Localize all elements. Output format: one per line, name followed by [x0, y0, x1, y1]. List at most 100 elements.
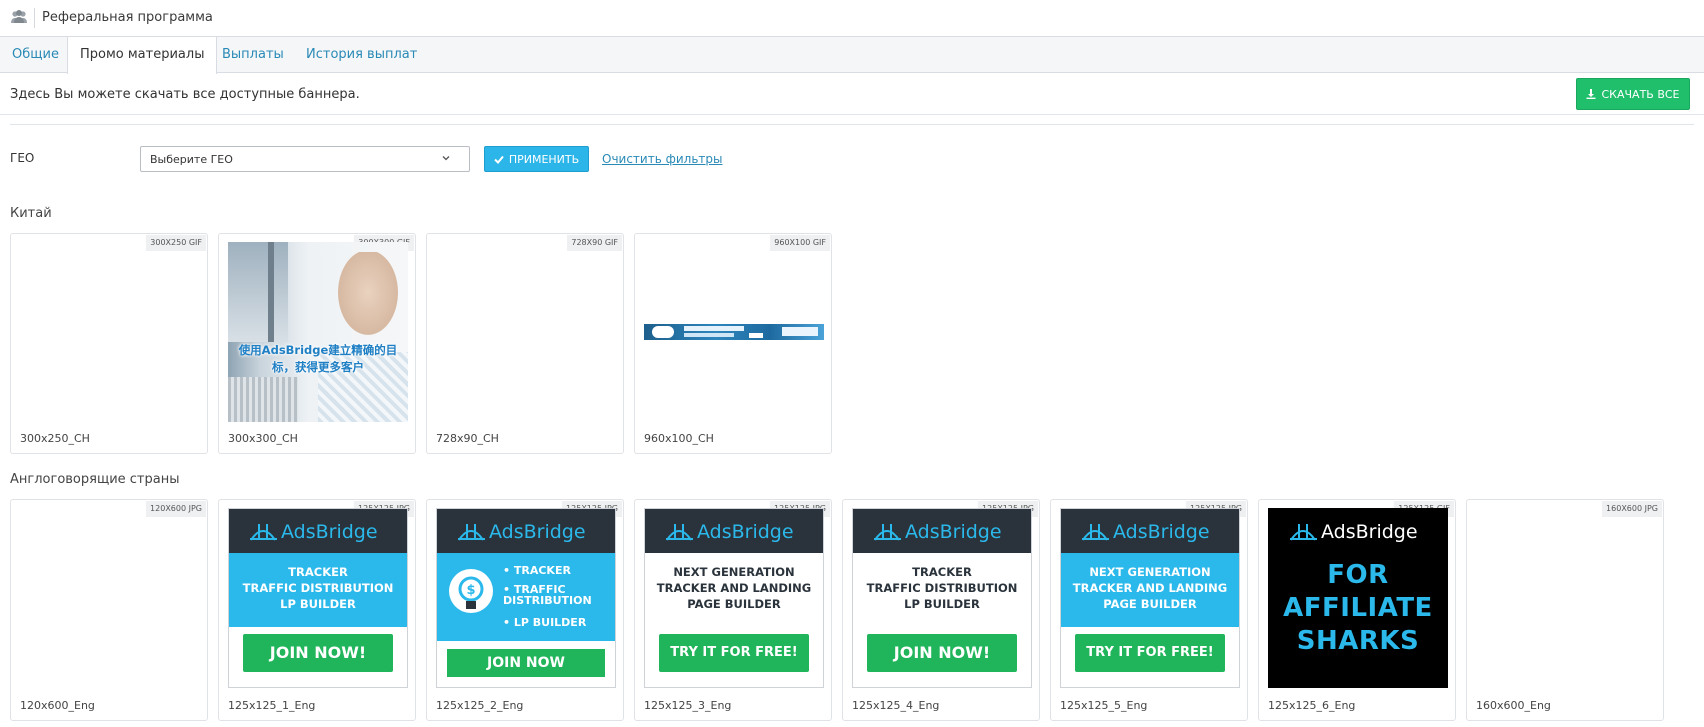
banner-caption: 125x125_5_Eng — [1060, 699, 1148, 712]
banner-caption: 125x125_1_Eng — [228, 699, 316, 712]
banner-cta: JOIN NOW — [447, 649, 605, 677]
banner-caption: 125x125_2_Eng — [436, 699, 524, 712]
banner-caption: 160x600_Eng — [1476, 699, 1551, 712]
info-text: Здесь Вы можете скачать все доступные ба… — [10, 87, 360, 102]
banner-card[interactable]: 300X250 GIF 300x250_CH — [10, 233, 208, 454]
banner-cta: TRY IT FOR FREE! — [659, 634, 809, 672]
tab-promo-materials[interactable]: Промо материалы — [67, 37, 218, 74]
geo-select[interactable]: Выберите ГЕО — [140, 146, 470, 172]
banner-preview: AdsBridge NEXT GENERATION TRACKER AND LA… — [644, 508, 824, 688]
section-title-china: Китай — [10, 206, 52, 221]
chevron-down-icon — [442, 156, 450, 161]
users-icon — [11, 10, 27, 23]
banner-caption: 300x300_CH — [228, 432, 298, 445]
svg-text:AdsBridge: AdsBridge — [697, 521, 794, 543]
banner-strip — [644, 324, 824, 340]
download-icon — [1586, 89, 1596, 99]
banner-line: PAGE BUILDER — [1103, 597, 1197, 611]
banner-card[interactable]: 125X125 JPG AdsBridge TRACKER TRAFFIC DI… — [842, 499, 1040, 721]
banner-cta: JOIN NOW! — [867, 634, 1017, 672]
svg-text:AdsBridge: AdsBridge — [281, 521, 378, 543]
banner-line: SHARKS — [1296, 626, 1420, 656]
tab-payouts[interactable]: Выплаты — [210, 37, 296, 73]
banner-card[interactable]: 728X90 GIF 728x90_CH — [426, 233, 624, 454]
banner-caption: 960x100_CH — [644, 432, 714, 445]
banner-format-badge: 300X250 GIF — [146, 235, 206, 251]
banner-card[interactable]: 125X125 JPG AdsBridge NEXT GENERATION TR… — [1050, 499, 1248, 721]
banner-format-badge: 160X600 JPG — [1602, 501, 1662, 517]
lightbulb-icon: $ — [449, 569, 493, 613]
banner-line: TRAFFIC DISTRIBUTION — [866, 581, 1018, 595]
banner-line: LP BUILDER — [904, 597, 980, 611]
check-icon — [494, 155, 504, 164]
svg-text:AdsBridge: AdsBridge — [1321, 521, 1418, 543]
adsbridge-logo-icon: AdsBridge — [666, 521, 794, 543]
banner-preview — [644, 242, 824, 422]
tab-bar: Общие Промо материалы Выплаты История вы… — [0, 37, 1704, 74]
banner-line: TRACKER AND LANDING — [1072, 581, 1228, 595]
banner-line: FOR — [1327, 560, 1389, 590]
banner-preview: AdsBridge FOR AFFILIATE SHARKS — [1268, 508, 1448, 688]
geo-select-value: Выберите ГЕО — [150, 153, 233, 166]
banner-line: LP BUILDER — [280, 597, 356, 611]
page-title: Реферальная программа — [42, 10, 213, 25]
banner-card[interactable]: 160X600 JPG 160x600_Eng — [1466, 499, 1664, 721]
banner-card[interactable]: 125X125 JPG AdsBridge TRACKER TRAFFIC DI… — [218, 499, 416, 721]
banner-caption: 120x600_Eng — [20, 699, 95, 712]
banner-format-badge: 120X600 JPG — [146, 501, 206, 517]
geo-filter-label: ГЕО — [10, 151, 35, 165]
banner-line: NEXT GENERATION — [673, 565, 795, 579]
banner-line: NEXT GENERATION — [1089, 565, 1211, 579]
adsbridge-logo-icon: AdsBridge — [874, 521, 1002, 543]
banner-preview: AdsBridge TRACKER TRAFFIC DISTRIBUTION L… — [228, 508, 408, 688]
header-divider — [34, 8, 35, 28]
banner-preview: AdsBridge $ • TRACKER • TRAFFIC DISTRIBU… — [436, 508, 616, 688]
banner-line: TRACKER — [288, 565, 348, 579]
banner-line: DISTRIBUTION — [503, 594, 592, 607]
banner-line: TRAFFIC DISTRIBUTION — [242, 581, 394, 595]
banner-preview: 使用AdsBridge建立精确的目标，获得更多客户 — [228, 242, 408, 422]
svg-text:AdsBridge: AdsBridge — [905, 521, 1002, 543]
banner-line: TRACKER AND LANDING — [656, 581, 812, 595]
adsbridge-logo-icon: AdsBridge — [458, 521, 586, 543]
svg-text:$: $ — [466, 583, 475, 598]
banner-card[interactable]: 120X600 JPG 120x600_Eng — [10, 499, 208, 721]
banner-caption: 728x90_CH — [436, 432, 499, 445]
banner-image-text: 使用AdsBridge建立精确的目标，获得更多客户 — [238, 343, 398, 374]
banner-card[interactable]: 125X125 JPG AdsBridge $ • TRACKER — [426, 499, 624, 721]
download-all-button[interactable]: СКАЧАТЬ ВСЕ — [1576, 78, 1690, 110]
banner-card[interactable]: 125X125 GIF AdsBridge FOR AFFILIATE SHAR… — [1258, 499, 1456, 721]
info-row: Здесь Вы можете скачать все доступные ба… — [0, 73, 1704, 115]
banner-caption: 300x250_CH — [20, 432, 90, 445]
banner-line: PAGE BUILDER — [687, 597, 781, 611]
adsbridge-logo-icon: AdsBridge — [250, 521, 378, 543]
divider — [10, 124, 1694, 125]
tab-general[interactable]: Общие — [0, 37, 71, 73]
banner-caption: 125x125_4_Eng — [852, 699, 940, 712]
banner-line: TRACKER — [912, 565, 972, 579]
banner-card[interactable]: 960X100 GIF 960x100_CH — [634, 233, 832, 454]
download-all-label: СКАЧАТЬ ВСЕ — [1601, 87, 1680, 101]
banner-card[interactable]: 300X300 GIF 使用AdsBridge建立精确的目标，获得更多客户 30… — [218, 233, 416, 454]
banner-cta: TRY IT FOR FREE! — [1075, 634, 1225, 672]
apply-filter-button[interactable]: ПРИМЕНИТЬ — [484, 146, 589, 172]
clear-filters-link[interactable]: Очистить фильтры — [602, 152, 722, 166]
banner-photo: 使用AdsBridge建立精确的目标，获得更多客户 — [228, 242, 408, 422]
top-bar: Реферальная программа — [0, 0, 1704, 37]
banner-card[interactable]: 125X125 JPG AdsBridge NEXT GENERATION TR… — [634, 499, 832, 721]
svg-text:AdsBridge: AdsBridge — [489, 521, 586, 543]
banner-cta: JOIN NOW! — [243, 634, 393, 672]
banner-preview: AdsBridge NEXT GENERATION TRACKER AND LA… — [1060, 508, 1240, 688]
apply-filter-label: ПРИМЕНИТЬ — [508, 152, 580, 166]
banner-caption: 125x125_6_Eng — [1268, 699, 1356, 712]
banner-line: • TRACKER — [503, 564, 571, 577]
adsbridge-logo-icon: AdsBridge — [1290, 521, 1418, 543]
tab-payout-history[interactable]: История выплат — [294, 37, 429, 73]
banner-preview: AdsBridge TRACKER TRAFFIC DISTRIBUTION L… — [852, 508, 1032, 688]
section-title-english: Англоговорящие страны — [10, 472, 180, 487]
banner-line: AFFILIATE — [1283, 593, 1433, 623]
svg-text:AdsBridge: AdsBridge — [1113, 521, 1210, 543]
banner-caption: 125x125_3_Eng — [644, 699, 732, 712]
banner-line: • LP BUILDER — [503, 616, 587, 629]
adsbridge-logo-icon: AdsBridge — [1082, 521, 1210, 543]
